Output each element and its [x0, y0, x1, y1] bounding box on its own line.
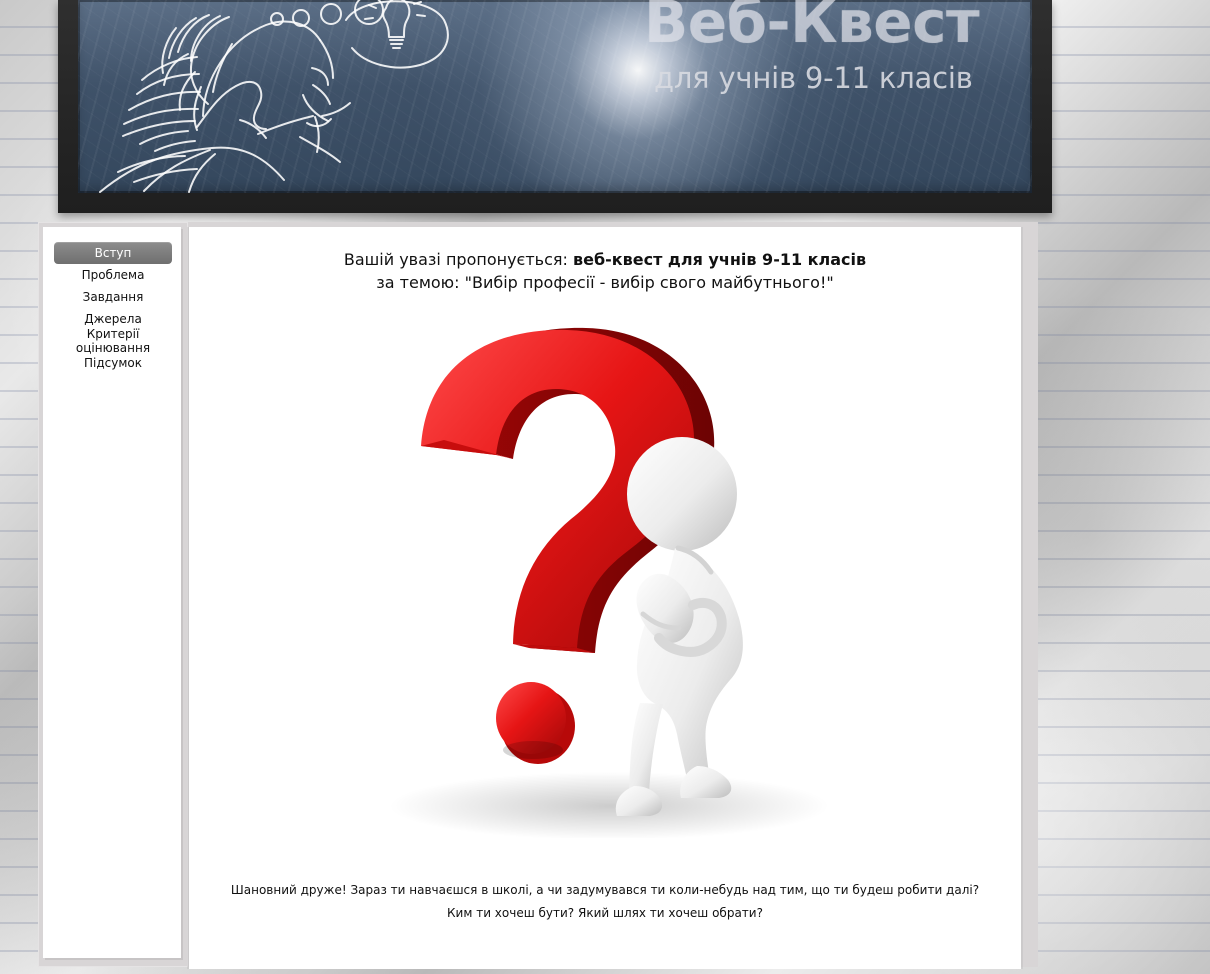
header-title: Веб-Квест [644, 0, 980, 56]
thinking-woman-sketch-icon [99, 0, 449, 193]
question-mark-figure-icon [347, 314, 869, 838]
sidebar-item-summary[interactable]: Підсумок [54, 356, 172, 370]
intro-prefix: Вашій увазі пропонується: [343, 250, 573, 269]
intro-bold-text: веб-квест для учнів 9-11 класів [572, 250, 867, 269]
topic-line: за темою: "Вибір професії - вибір свого … [376, 273, 834, 292]
header-banner: Веб-Квест для учнів 9-11 класів [78, 0, 1032, 193]
header-subtitle: для учнів 9-11 класів [654, 61, 973, 95]
sidebar-item-sources[interactable]: Джерела [54, 312, 172, 326]
intro-paragraph-1: Шановний друже! Зараз ти навчаєшся в шко… [230, 883, 980, 897]
sidebar-item-evaluation-criteria[interactable]: Критерії оцінювання [58, 327, 168, 355]
intro-heading: Вашій увазі пропонується: веб-квест для … [0, 250, 1210, 270]
intro-paragraph-2: Ким ти хочеш бути? Який шлях ти хочеш об… [447, 906, 763, 920]
